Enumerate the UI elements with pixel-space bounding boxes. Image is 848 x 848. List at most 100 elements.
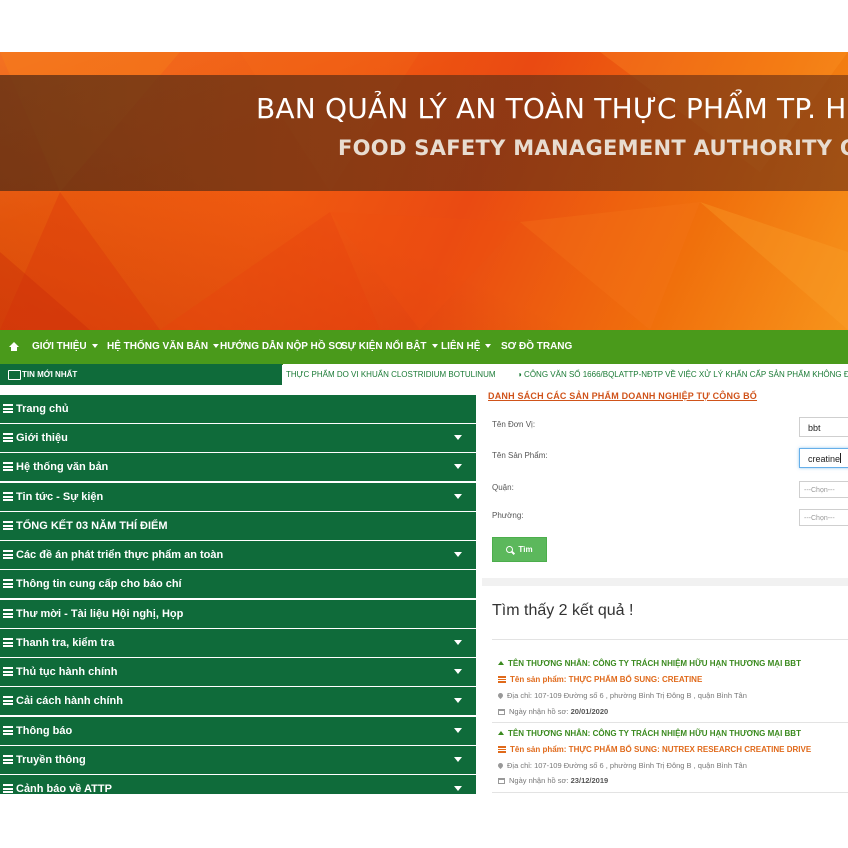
site-banner: BAN QUẢN LÝ AN TOÀN THỰC PHẨM TP. HỒ FOO… (0, 52, 848, 330)
map-marker-icon (496, 691, 505, 700)
caret-down-icon (431, 344, 438, 349)
unit-name-input[interactable]: bbt (799, 417, 848, 437)
sidebar-item-label: Thanh tra, kiểm tra (16, 637, 115, 649)
list-icon (498, 746, 506, 753)
banner-title-english: FOOD SAFETY MANAGEMENT AUTHORITY OF HO (338, 136, 848, 160)
latest-news-label: TIN MỚI NHẤT (0, 364, 282, 385)
unit-name-label: Tên Đơn Vị: (492, 420, 536, 429)
search-button-label: Tìm (518, 545, 533, 554)
sidebar-item-label: TỔNG KẾT 03 NĂM THÍ ĐIỂM (16, 520, 168, 532)
date-label: Ngày nhận hồ sơ: (509, 776, 569, 785)
calendar-icon (498, 778, 505, 784)
caret-down-icon (91, 344, 98, 349)
caret-down-icon (454, 786, 462, 791)
date-value: 23/12/2019 (570, 776, 609, 785)
sidebar-item-trang-chu[interactable]: Trang chủ (0, 395, 476, 423)
list-icon (3, 521, 13, 530)
nav-item-label: LIÊN HỆ (441, 341, 481, 352)
result-merchant[interactable]: TÊN THƯƠNG NHÂN: CÔNG TY TRÁCH NHIỆM HỮU… (498, 659, 801, 668)
home-icon (498, 661, 504, 665)
search-button[interactable]: Tìm (492, 537, 547, 562)
ticker-item[interactable]: ◑ CÔNG VĂN SỐ 1666/BQLATTP-NĐTP VỀ VIỆC … (517, 364, 848, 385)
nav-item-gioi-thieu[interactable]: GIỚI THIỆU (32, 330, 98, 364)
list-icon (3, 492, 13, 501)
list-icon (3, 579, 13, 588)
result-date: Ngày nhận hồ sơ: 23/12/2019 (498, 776, 608, 785)
sidebar-item-thu-moi[interactable]: Thư mời - Tài liệu Hội nghị, Họp (0, 600, 476, 628)
list-icon (3, 755, 13, 764)
list-icon (3, 609, 13, 618)
banner-title-vietnamese: BAN QUẢN LÝ AN TOÀN THỰC PHẨM TP. HỒ (256, 92, 848, 125)
sidebar-item-gioi-thieu[interactable]: Giới thiệu (0, 424, 476, 452)
result-merchant[interactable]: TÊN THƯƠNG NHÂN: CÔNG TY TRÁCH NHIỆM HỮU… (498, 729, 801, 738)
sidebar-item-cai-cach-hanh-chinh[interactable]: Cải cách hành chính (0, 687, 476, 715)
ward-select[interactable]: ---Chọn--- (799, 509, 848, 526)
list-icon (3, 404, 13, 413)
main-navigation: GIỚI THIỆU HỆ THỐNG VĂN BẢN HƯỚNG DẪN NỘ… (0, 330, 848, 365)
calendar-icon (498, 709, 505, 715)
nav-item-lien-he[interactable]: LIÊN HỆ (441, 330, 492, 364)
sidebar-item-label: Thông báo (16, 725, 73, 737)
result-product[interactable]: Tên sản phẩm: THỰC PHẨM BỔ SUNG: CREATIN… (498, 675, 702, 684)
caret-down-icon (454, 728, 462, 733)
caret-down-icon (213, 344, 220, 349)
result-date: Ngày nhận hồ sơ: 20/01/2020 (498, 707, 608, 716)
home-icon (9, 342, 19, 351)
list-icon (3, 784, 13, 793)
result-address: Địa chỉ: 107-109 Đường số 6 , phường Bìn… (496, 761, 747, 770)
district-label: Quận: (492, 483, 514, 492)
list-icon (3, 462, 13, 471)
sidebar-item-he-thong-van-ban[interactable]: Hệ thống văn bản (0, 453, 476, 481)
nav-item-label: SƠ ĐỒ TRANG (501, 341, 573, 352)
product-list-title[interactable]: DANH SÁCH CÁC SẢN PHẨM DOANH NGHIỆP TỰ C… (488, 391, 757, 401)
date-label: Ngày nhận hồ sơ: (509, 707, 569, 716)
address-text: Địa chỉ: 107-109 Đường số 6 , phường Bìn… (507, 761, 747, 770)
results-divider (492, 792, 848, 793)
map-marker-icon (496, 761, 505, 770)
list-icon (3, 667, 13, 676)
nav-home[interactable] (0, 330, 26, 364)
result-address: Địa chỉ: 107-109 Đường số 6 , phường Bìn… (496, 691, 747, 700)
search-icon (506, 546, 514, 553)
results-divider (492, 639, 848, 640)
sidebar-item-thong-tin-bao-chi[interactable]: Thông tin cung cấp cho báo chí (0, 570, 476, 598)
nav-item-so-do-trang[interactable]: SƠ ĐỒ TRANG (501, 330, 572, 364)
caret-down-icon (454, 669, 462, 674)
merchant-text: TÊN THƯƠNG NHÂN: CÔNG TY TRÁCH NHIỆM HỮU… (508, 729, 801, 738)
nav-item-label: HƯỚNG DẪN NỘP HỒ SƠ (220, 341, 344, 352)
list-icon (3, 726, 13, 735)
sidebar-item-thanh-tra[interactable]: Thanh tra, kiểm tra (0, 629, 476, 657)
sidebar-item-tin-tuc-su-kien[interactable]: Tin tức - Sự kiện (0, 483, 476, 511)
result-product[interactable]: Tên sản phẩm: THỰC PHẨM BỔ SUNG: NUTREX … (498, 745, 811, 754)
nav-item-su-kien-noi-bat[interactable]: SỰ KIỆN NỔI BẬT (341, 330, 438, 364)
latest-news-text: TIN MỚI NHẤT (22, 370, 78, 379)
merchant-text: TÊN THƯƠNG NHÂN: CÔNG TY TRÁCH NHIỆM HỮU… (508, 659, 801, 668)
sidebar-item-label: Thông tin cung cấp cho báo chí (16, 578, 182, 590)
sidebar-item-canh-bao-attp[interactable]: Cảnh báo về ATTP (0, 775, 476, 794)
newspaper-icon (8, 370, 21, 380)
caret-down-icon (454, 552, 462, 557)
product-name-input[interactable]: creatine (799, 448, 848, 468)
sidebar-item-thu-tuc-hanh-chinh[interactable]: Thủ tục hành chính (0, 658, 476, 686)
sidebar-item-cac-de-an[interactable]: Các đề án phát triển thực phẩm an toàn (0, 541, 476, 569)
sidebar-item-truyen-thong[interactable]: Truyền thông (0, 746, 476, 774)
nav-item-huong-dan-nop-ho-so[interactable]: HƯỚNG DẪN NỘP HỒ SƠ (220, 330, 344, 364)
home-icon (498, 731, 504, 735)
district-select[interactable]: ---Chọn--- (799, 481, 848, 498)
sidebar-item-label: Thủ tục hành chính (16, 666, 118, 678)
nav-item-label: GIỚI THIỆU (32, 341, 87, 352)
address-text: Địa chỉ: 107-109 Đường số 6 , phường Bìn… (507, 691, 747, 700)
caret-down-icon (454, 757, 462, 762)
caret-down-icon (454, 464, 462, 469)
sidebar-item-label: Truyền thông (16, 754, 86, 766)
sidebar-item-label: Cải cách hành chính (16, 695, 123, 707)
ticker-item[interactable]: THỰC PHẨM DO VI KHUẨN CLOSTRIDIUM BOTULI… (286, 364, 496, 385)
text-cursor (840, 453, 842, 463)
sidebar-menu: Trang chủ Giới thiệu Hệ thống văn bản Ti… (0, 395, 476, 794)
nav-item-he-thong-van-ban[interactable]: HỆ THỐNG VĂN BẢN (107, 330, 220, 364)
sidebar-item-tong-ket[interactable]: TỔNG KẾT 03 NĂM THÍ ĐIỂM (0, 512, 476, 540)
list-icon (3, 433, 13, 442)
caret-down-icon (454, 698, 462, 703)
sidebar-item-label: Các đề án phát triển thực phẩm an toàn (16, 549, 224, 561)
sidebar-item-thong-bao[interactable]: Thông báo (0, 717, 476, 745)
